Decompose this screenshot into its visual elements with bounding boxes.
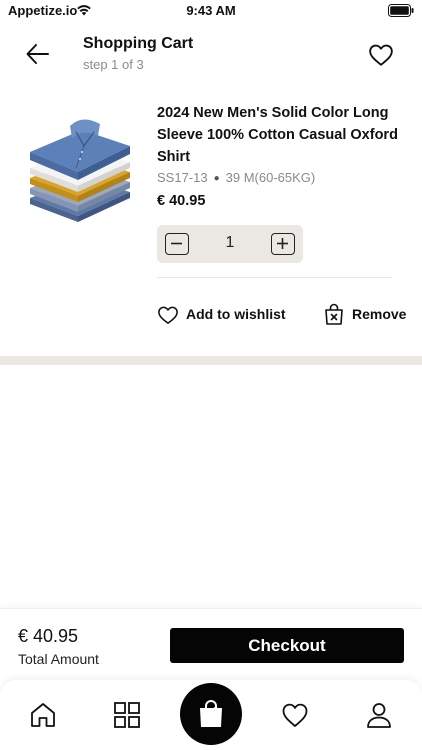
back-arrow-icon[interactable] bbox=[24, 40, 52, 68]
nav-profile[interactable] bbox=[364, 700, 394, 730]
dot-separator-icon: ● bbox=[213, 173, 220, 185]
checkout-summary: € 40.95 Total Amount Checkout bbox=[0, 608, 422, 680]
heart-icon bbox=[282, 703, 308, 727]
home-icon bbox=[31, 703, 55, 727]
product-name[interactable]: 2024 New Men's Solid Color Long Sleeve 1… bbox=[157, 102, 407, 168]
nav-home[interactable] bbox=[28, 700, 58, 730]
remove-button[interactable]: Remove bbox=[323, 300, 413, 328]
increase-quantity-button[interactable] bbox=[271, 233, 295, 255]
product-price: € 40.95 bbox=[157, 193, 206, 209]
product-variant: 39 M(60-65KG) bbox=[225, 170, 316, 185]
nav-categories[interactable] bbox=[112, 700, 142, 730]
section-divider bbox=[0, 356, 422, 365]
status-bar: Appetize.io 9:43 AM bbox=[0, 0, 422, 22]
step-indicator: step 1 of 3 bbox=[83, 57, 144, 72]
quantity-value: 1 bbox=[225, 234, 235, 251]
product-sku: SS17-13 bbox=[157, 170, 208, 185]
remove-label: Remove bbox=[352, 306, 407, 322]
heart-icon[interactable] bbox=[368, 42, 394, 68]
quantity-stepper: 1 bbox=[157, 225, 303, 263]
total-amount-label: Total Amount bbox=[18, 651, 99, 667]
status-time: 9:43 AM bbox=[186, 3, 236, 18]
heart-icon bbox=[158, 306, 178, 324]
add-to-wishlist-label: Add to wishlist bbox=[186, 306, 286, 322]
product-image[interactable] bbox=[24, 106, 136, 226]
cart-icon bbox=[200, 700, 222, 727]
cart-item: 2024 New Men's Solid Color Long Sleeve 1… bbox=[0, 100, 422, 350]
user-icon bbox=[367, 703, 391, 728]
total-amount-value: € 40.95 bbox=[18, 626, 79, 646]
grid-icon bbox=[114, 702, 140, 728]
decrease-quantity-button[interactable] bbox=[165, 233, 189, 255]
remove-bag-icon bbox=[325, 303, 343, 325]
nav-wishlist[interactable] bbox=[280, 700, 310, 730]
cart-count-badge: 1 bbox=[213, 705, 220, 717]
checkout-button[interactable]: Checkout bbox=[170, 628, 404, 663]
plus-icon bbox=[277, 238, 288, 249]
bottom-nav: 1 bbox=[0, 680, 422, 750]
divider bbox=[157, 277, 392, 278]
page-title: Shopping Cart bbox=[83, 35, 194, 52]
header: Shopping Cart step 1 of 3 bbox=[0, 22, 422, 88]
product-meta: SS17-13 ● 39 M(60-65KG) bbox=[157, 170, 315, 185]
battery-icon bbox=[388, 4, 414, 17]
nav-cart[interactable]: 1 bbox=[180, 683, 242, 745]
minus-icon bbox=[171, 242, 182, 245]
